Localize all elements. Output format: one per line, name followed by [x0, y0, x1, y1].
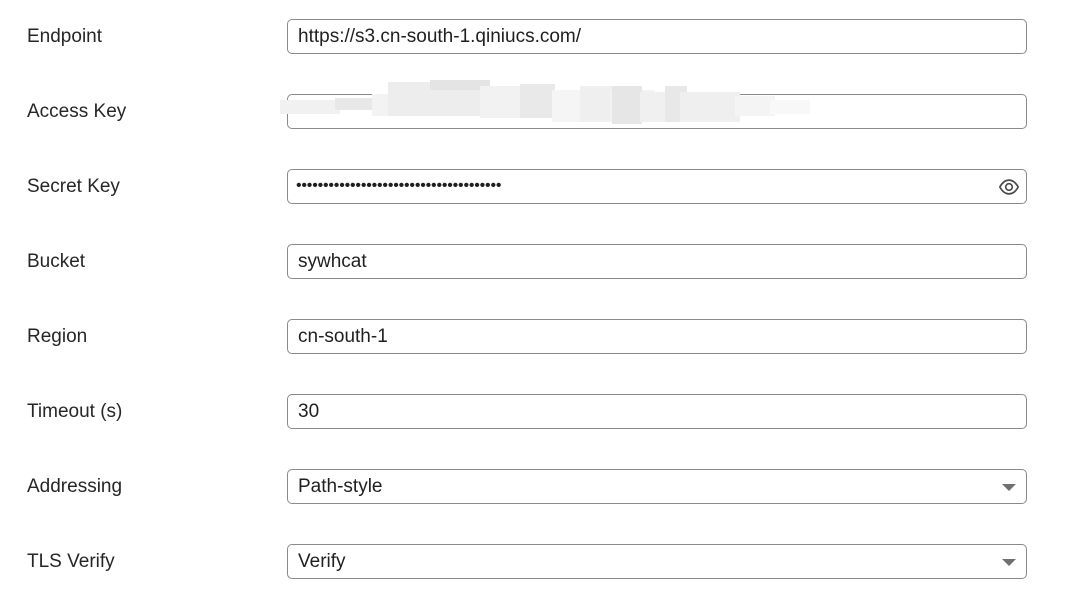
timeout-row: Timeout (s) [0, 394, 1075, 430]
chevron-down-icon[interactable] [1002, 559, 1016, 566]
addressing-select[interactable]: Path-style [287, 469, 1027, 504]
endpoint-input[interactable] [288, 20, 1026, 53]
region-field[interactable] [287, 319, 1027, 354]
region-input[interactable] [288, 320, 1026, 353]
bucket-field[interactable] [287, 244, 1027, 279]
bucket-row: Bucket [0, 244, 1075, 280]
timeout-field[interactable] [287, 394, 1027, 429]
region-label: Region [27, 326, 88, 347]
timeout-label: Timeout (s) [27, 401, 123, 422]
tls-verify-label: TLS Verify [27, 551, 115, 572]
secret-key-label: Secret Key [27, 176, 120, 197]
region-row: Region [0, 319, 1075, 355]
endpoint-field[interactable] [287, 19, 1027, 54]
secret-key-masked-value[interactable]: •••••••••••••••••••••••••••••••••••••• [296, 170, 501, 202]
addressing-selected-value[interactable]: Path-style [298, 470, 382, 503]
endpoint-row: Endpoint [0, 19, 1075, 55]
bucket-label: Bucket [27, 251, 86, 272]
access-key-label: Access Key [27, 101, 127, 122]
tls-verify-selected-value[interactable]: Verify [298, 545, 346, 578]
secret-key-row: Secret Key •••••••••••••••••••••••••••••… [0, 169, 1075, 205]
addressing-label: Addressing [27, 476, 123, 497]
bucket-input[interactable] [288, 245, 1026, 278]
timeout-input[interactable] [288, 395, 1026, 428]
access-key-row: Access Key [0, 80, 1075, 130]
access-key-field[interactable] [287, 94, 1027, 129]
tls-verify-select[interactable]: Verify [287, 544, 1027, 579]
eye-icon[interactable] [998, 176, 1020, 198]
addressing-row: Addressing Path-style [0, 469, 1075, 505]
endpoint-label: Endpoint [27, 26, 103, 47]
chevron-down-icon[interactable] [1002, 484, 1016, 491]
tls-verify-row: TLS Verify Verify [0, 544, 1075, 580]
access-key-input[interactable] [288, 95, 1026, 128]
secret-key-field[interactable]: •••••••••••••••••••••••••••••••••••••• [287, 169, 1027, 204]
